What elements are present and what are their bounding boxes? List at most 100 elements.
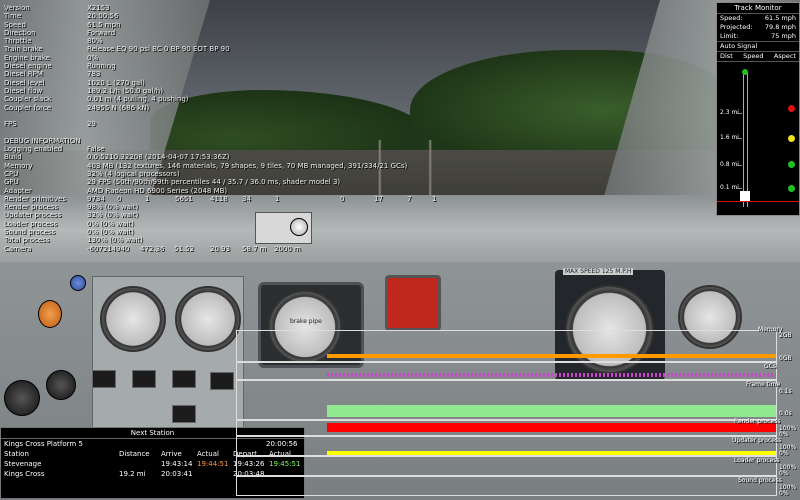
hud-key: Direction xyxy=(4,28,36,37)
memory-graph xyxy=(236,330,777,362)
col-dist: Dist xyxy=(720,52,733,60)
hud-value: False xyxy=(87,145,105,154)
switch-2[interactable] xyxy=(132,370,156,388)
signal-aspect-icon xyxy=(788,135,795,142)
track-diagram: 2.3 mi 1.6 mi 0.8 mi 0.1 mi xyxy=(717,69,799,213)
hud-key: Memory xyxy=(4,161,33,170)
station-actual-a: 19:44:51 xyxy=(197,460,229,468)
loader-process-graph xyxy=(236,456,777,476)
camera-col: 51.52 xyxy=(174,244,195,253)
hud-value: 98% (0% wait) xyxy=(87,203,139,212)
render-primitive-col: 17 xyxy=(374,194,383,203)
header-station: Station xyxy=(4,450,29,458)
hud-key: Coupler slack xyxy=(4,95,52,104)
hud-value: 0% (0% wait) xyxy=(87,228,134,237)
hud-value: 9734 xyxy=(87,194,105,203)
hud-key: Render primitives xyxy=(4,194,66,203)
emergency-stop-button[interactable] xyxy=(385,275,441,331)
hud-key: Total process xyxy=(4,236,50,245)
hud-key: Sound process xyxy=(4,228,56,237)
col-speed: Speed xyxy=(743,52,764,60)
hud-key: Speed xyxy=(4,20,26,29)
hud-value: 0% xyxy=(87,53,99,62)
max-speed-plate: MAX SPEED 125 M.P.H xyxy=(563,268,634,275)
station-distance: 19.2 mi xyxy=(119,470,146,478)
station-arrive: 19:43:14 xyxy=(161,460,193,468)
track-monitor-title: Track Monitor xyxy=(717,3,799,14)
render-primitive-col: 0 xyxy=(117,194,122,203)
hud-value: AMD Radeon HD 6900 Series (2048 MB) xyxy=(87,186,228,195)
hud-key: Diesel flow xyxy=(4,86,43,95)
camera-col: 472.36 xyxy=(140,244,165,253)
updater-process-bar xyxy=(327,451,776,455)
frame-time-graph xyxy=(236,380,777,420)
frame-time-bar xyxy=(327,405,776,417)
hud-value: Release EQ 90 psi BC 0 BP 90 EOT BP 90 xyxy=(87,45,230,54)
train-position-marker xyxy=(742,69,748,75)
debug-header: DEBUG INFORMATION xyxy=(4,136,81,145)
camera-col: 58.7 m xyxy=(242,244,267,253)
projected-label: Projected: xyxy=(720,23,753,31)
header-arrive: Arrive xyxy=(161,450,182,458)
frame-time-top: 0.1s xyxy=(779,388,792,395)
radio-knob[interactable] xyxy=(290,218,308,236)
loader-process-label: Loader process xyxy=(734,457,780,464)
render-process-graph xyxy=(236,420,777,436)
switch-5[interactable] xyxy=(172,405,196,423)
header-actual-arrive: Actual xyxy=(197,450,219,458)
train-icon xyxy=(740,191,750,201)
hud-value: 403 MB (132 textures, 146 materials, 79 … xyxy=(87,161,408,170)
hud-key: Loader process xyxy=(4,219,58,228)
render-primitive-col: 34 xyxy=(242,194,251,203)
render-process-label: Render process xyxy=(734,418,781,425)
hud-key: Render process xyxy=(4,203,59,212)
hud-key: GPU xyxy=(4,178,19,187)
limit-value: 75 mph xyxy=(771,32,796,40)
hud-value: 20:00:56 xyxy=(87,12,119,21)
hud-key: Build xyxy=(4,153,22,162)
hud-key: Throttle xyxy=(4,37,32,46)
hud-value: 783 xyxy=(87,70,101,79)
header-distance: Distance xyxy=(119,450,150,458)
hud-key: Train brake xyxy=(4,45,43,54)
track-monitor: Track Monitor Speed: 61.5 mph Projected: 7… xyxy=(716,2,800,216)
sound-process-label: Sound process xyxy=(738,477,782,484)
render-primitive-col: 4118 xyxy=(210,194,228,203)
memory-bottom: 0GB xyxy=(779,355,792,362)
switch-4[interactable] xyxy=(210,372,234,390)
frame-time-label: Frame time xyxy=(746,381,781,388)
speed-label: Speed: xyxy=(720,14,743,22)
gcs-bar xyxy=(327,373,776,377)
render-primitive-col: 0 xyxy=(340,194,345,203)
hud-value: Forward xyxy=(87,28,116,37)
hud-key: Diesel RPM xyxy=(4,70,43,79)
render-primitive-col: 1 xyxy=(145,194,150,203)
reverser-knob[interactable] xyxy=(46,370,76,400)
hud-value: 80% xyxy=(87,37,103,46)
hud-value: Running xyxy=(87,62,116,71)
station-arrive: 20:03:41 xyxy=(161,470,193,478)
station-station: Stevenage xyxy=(4,460,42,468)
hud-key: Diesel engine xyxy=(4,62,52,71)
signal-aspect-icon xyxy=(788,185,795,192)
switch-1[interactable] xyxy=(92,370,116,388)
hud-value: X2153 xyxy=(87,4,110,12)
switch-3[interactable] xyxy=(172,370,196,388)
sound-process-graph xyxy=(236,476,777,496)
camera-col: 20.93 xyxy=(210,244,231,253)
hud-value: 29 FPS (50th/90th/99th percentiles 44 / … xyxy=(87,178,341,187)
updater-process-label: Updater process xyxy=(732,437,782,444)
fps-value: 29 xyxy=(87,120,96,129)
camera-col: 14940 xyxy=(107,244,130,253)
hud-value: 189.2 L/h (50.0 gal/h) xyxy=(87,86,163,95)
pressure-gauge-1 xyxy=(100,286,166,352)
control-dial[interactable] xyxy=(4,380,40,416)
current-station: Kings Cross Platform 5 xyxy=(4,440,83,448)
render-primitive-col: 1 xyxy=(432,194,437,203)
brake-handle[interactable] xyxy=(38,300,62,328)
render-primitive-col: 5651 xyxy=(175,194,193,203)
fps-label: FPS xyxy=(4,120,17,129)
projected-value: 79.8 mph xyxy=(764,23,796,31)
indicator-knob[interactable] xyxy=(70,275,86,291)
station-station: Kings Cross xyxy=(4,470,45,478)
